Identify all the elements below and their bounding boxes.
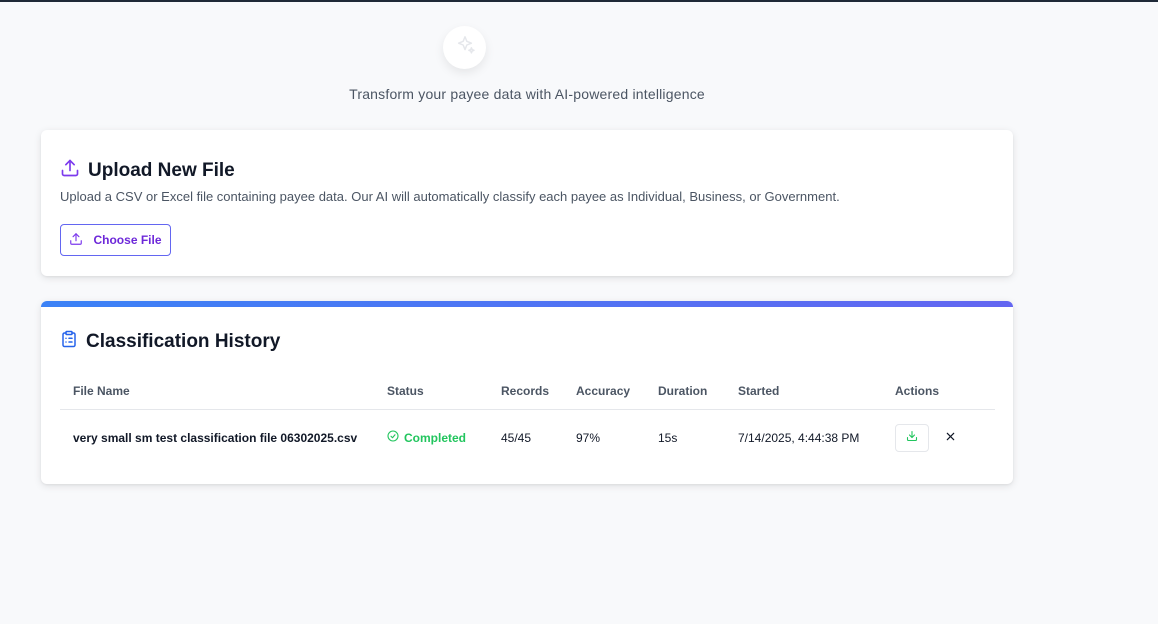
tagline: Transform your payee data with AI-powere… bbox=[349, 86, 705, 102]
table-header-row: File Name Status Records Accuracy Durati… bbox=[60, 373, 995, 410]
column-header[interactable]: Accuracy bbox=[563, 373, 645, 410]
sparkles-icon bbox=[454, 34, 476, 61]
duration-cell: 15s bbox=[658, 430, 678, 445]
status-badge: Completed bbox=[387, 430, 466, 445]
logo-badge bbox=[443, 26, 486, 69]
row-actions bbox=[895, 423, 995, 452]
upload-card: Upload New File Upload a CSV or Excel fi… bbox=[41, 130, 1013, 276]
column-header[interactable]: File Name bbox=[60, 373, 374, 410]
top-border bbox=[0, 0, 1158, 2]
check-circle-icon bbox=[387, 430, 399, 445]
download-icon bbox=[906, 430, 918, 445]
column-header[interactable]: Started bbox=[725, 373, 882, 410]
table-row[interactable]: very small sm test classification file 0… bbox=[60, 409, 995, 466]
started-cell: 7/14/2025, 4:44:38 PM bbox=[738, 430, 860, 445]
status-cell: Completed bbox=[374, 409, 488, 466]
upload-small-icon bbox=[69, 232, 83, 249]
clipboard-list-icon bbox=[60, 329, 78, 355]
choose-file-label: Choose File bbox=[93, 233, 162, 247]
column-header[interactable]: Status bbox=[374, 373, 488, 410]
delete-button[interactable] bbox=[942, 430, 958, 446]
close-icon bbox=[945, 431, 956, 445]
choose-file-button[interactable]: Choose File bbox=[60, 224, 171, 256]
history-table: File Name Status Records Accuracy Durati… bbox=[60, 373, 995, 466]
file-name-cell: very small sm test classification file 0… bbox=[73, 430, 358, 445]
upload-description: Upload a CSV or Excel file containing pa… bbox=[60, 189, 840, 204]
history-title-text: Classification History bbox=[86, 331, 281, 352]
status-label: Completed bbox=[404, 430, 467, 445]
download-button[interactable] bbox=[895, 423, 929, 452]
actions-cell bbox=[882, 409, 995, 466]
history-card: Classification History File Name Status … bbox=[41, 301, 1013, 484]
records-cell: 45/45 bbox=[501, 430, 532, 445]
accuracy-cell: 97% bbox=[576, 430, 601, 445]
upload-title: Upload New File bbox=[60, 158, 235, 184]
upload-title-text: Upload New File bbox=[88, 160, 235, 181]
column-header[interactable]: Duration bbox=[645, 373, 725, 410]
column-header: Actions bbox=[882, 373, 995, 410]
accent-bar bbox=[41, 301, 1013, 307]
column-header[interactable]: Records bbox=[488, 373, 563, 410]
history-title: Classification History bbox=[60, 329, 280, 355]
upload-icon bbox=[60, 158, 80, 184]
